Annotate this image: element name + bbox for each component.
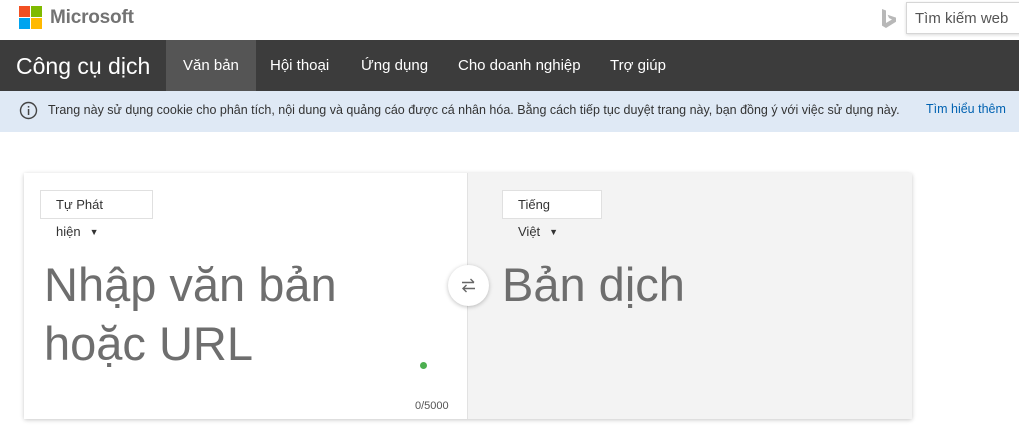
source-placeholder-line1: Nhập văn bản	[44, 258, 337, 311]
microsoft-logo-icon[interactable]	[19, 6, 42, 29]
swap-languages-button[interactable]	[448, 265, 489, 306]
chevron-down-icon: ▼	[549, 227, 559, 237]
chevron-down-icon: ▼	[89, 227, 99, 237]
microsoft-wordmark[interactable]: Microsoft	[50, 7, 134, 29]
bing-icon[interactable]	[880, 8, 898, 30]
tab-business[interactable]: Cho doanh nghiệp	[441, 40, 598, 91]
swap-arrows-icon	[462, 278, 475, 293]
cookie-message: Trang này sử dụng cookie cho phân tích, …	[48, 103, 900, 117]
web-search-box[interactable]	[906, 2, 1019, 34]
top-brand-bar: Microsoft	[0, 0, 1019, 40]
app-title[interactable]: Công cụ dịch	[16, 53, 150, 80]
source-pane[interactable]: Tự Phát hiện ▼ Nhập văn bản hoặc URL 0/50…	[24, 173, 467, 419]
tab-conversation[interactable]: Hội thoại	[253, 40, 346, 91]
source-language-select[interactable]: Tự Phát hiện ▼	[40, 190, 153, 239]
main-navbar: Công cụ dịch Văn bản Hội thoại Ứng dụng …	[0, 40, 1019, 91]
info-icon	[19, 101, 38, 120]
target-language-label: Tiếng Việt	[518, 197, 551, 239]
tab-help[interactable]: Trợ giúp	[593, 40, 683, 91]
target-pane: Tiếng Việt ▼ Bản dịch	[467, 173, 912, 419]
source-placeholder-line2: hoặc URL	[44, 317, 253, 370]
tab-text[interactable]: Văn bản	[166, 40, 256, 91]
translation-output: Bản dịch	[502, 258, 685, 311]
web-search-input[interactable]	[915, 10, 1019, 27]
tab-apps[interactable]: Ứng dụng	[344, 40, 445, 91]
translator-card: Tự Phát hiện ▼ Nhập văn bản hoặc URL 0/50…	[24, 173, 912, 419]
target-language-select[interactable]: Tiếng Việt ▼	[502, 190, 602, 239]
status-dot-icon	[420, 362, 427, 369]
character-count: 0/5000	[415, 400, 449, 412]
cookie-banner: Trang này sử dụng cookie cho phân tích, …	[0, 91, 1019, 132]
source-text-input[interactable]: Nhập văn bản hoặc URL	[44, 255, 424, 373]
learn-more-link[interactable]: Tìm hiểu thêm	[926, 102, 1006, 116]
